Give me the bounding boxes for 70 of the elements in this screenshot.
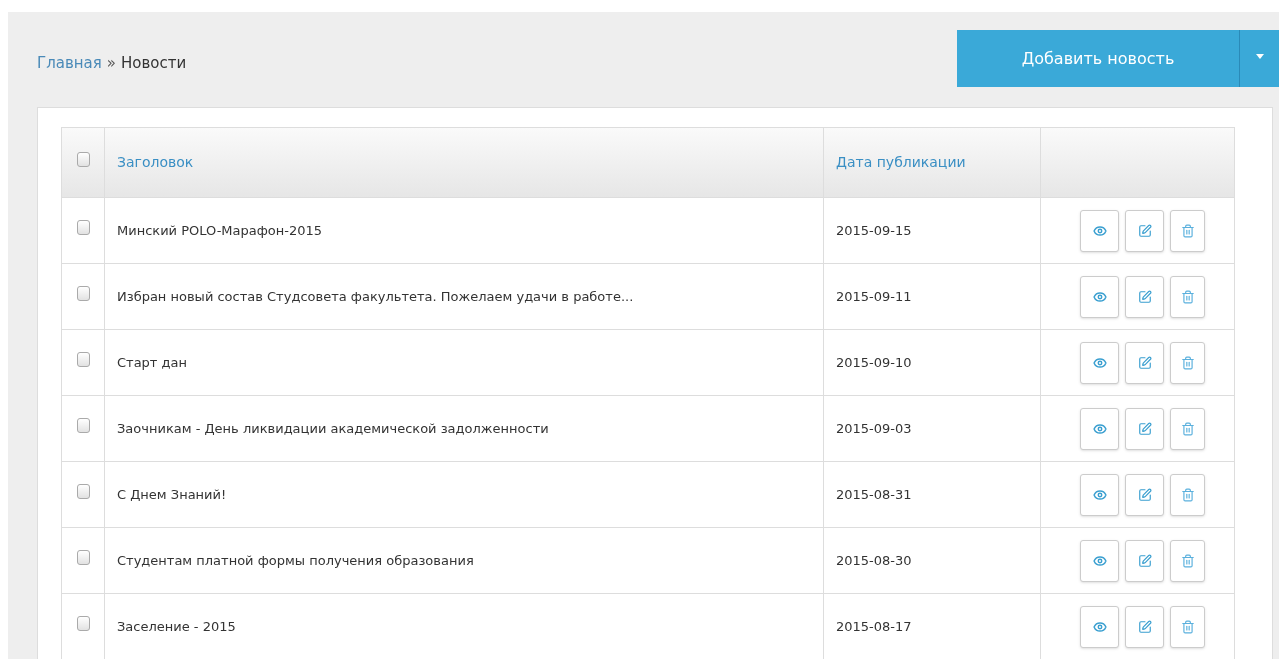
checkbox[interactable] bbox=[76, 152, 90, 168]
delete-button[interactable] bbox=[1170, 605, 1205, 648]
breadcrumb-separator: » bbox=[106, 53, 116, 75]
trash-icon bbox=[1180, 553, 1195, 568]
view-button[interactable] bbox=[1080, 473, 1119, 516]
eye-icon bbox=[1092, 553, 1107, 568]
checkbox[interactable] bbox=[76, 616, 90, 632]
view-button[interactable] bbox=[1080, 539, 1119, 582]
breadcrumb-current: Новости bbox=[121, 53, 187, 75]
column-header[interactable]: Заголовок bbox=[104, 127, 824, 198]
edit-icon bbox=[1137, 553, 1152, 568]
edit-button[interactable] bbox=[1125, 539, 1164, 582]
trash-icon bbox=[1180, 289, 1195, 304]
checkbox[interactable] bbox=[76, 286, 90, 302]
delete-button[interactable] bbox=[1170, 209, 1205, 252]
trash-icon bbox=[1180, 619, 1195, 634]
checkbox[interactable] bbox=[76, 550, 90, 566]
edit-button[interactable] bbox=[1125, 407, 1164, 450]
table-cell: Минский POLO-Марафон-2015 bbox=[104, 197, 824, 264]
edit-icon bbox=[1137, 619, 1152, 634]
checkbox[interactable] bbox=[76, 484, 90, 500]
checkbox[interactable] bbox=[76, 220, 90, 236]
delete-button[interactable] bbox=[1170, 275, 1205, 318]
table-cell: Заочникам - День ликвидации академической задолженности bbox=[104, 395, 824, 462]
view-button[interactable] bbox=[1080, 341, 1119, 384]
eye-icon bbox=[1092, 223, 1107, 238]
edit-icon bbox=[1137, 421, 1152, 436]
trash-icon bbox=[1180, 223, 1195, 238]
delete-button[interactable] bbox=[1170, 341, 1205, 384]
view-button[interactable] bbox=[1080, 605, 1119, 648]
edit-icon bbox=[1137, 223, 1152, 238]
table-cell: Избран новый состав Студсовета факультета. Пожелаем удачи в работе... bbox=[104, 263, 824, 330]
delete-button[interactable] bbox=[1170, 539, 1205, 582]
edit-button[interactable] bbox=[1125, 341, 1164, 384]
caret-icon bbox=[1255, 54, 1264, 59]
checkbox[interactable] bbox=[76, 418, 90, 434]
table-cell: С Днем Знаний! bbox=[104, 461, 824, 528]
view-button[interactable] bbox=[1080, 209, 1119, 252]
table-cell: 2015-08-30 bbox=[823, 527, 1041, 594]
edit-button[interactable] bbox=[1125, 209, 1164, 252]
dropdown-toggle[interactable] bbox=[1240, 30, 1279, 87]
table-cell: 2015-09-15 bbox=[823, 197, 1041, 264]
trash-icon bbox=[1180, 421, 1195, 436]
view-button[interactable] bbox=[1080, 407, 1119, 450]
column-header[interactable]: Дата публикации bbox=[823, 127, 1041, 198]
delete-button[interactable] bbox=[1170, 407, 1205, 450]
trash-icon bbox=[1180, 487, 1195, 502]
edit-icon bbox=[1137, 289, 1152, 304]
table-cell: Студентам платной формы получения образования bbox=[104, 527, 824, 594]
add-news-button[interactable]: Добавить новость bbox=[957, 30, 1240, 87]
edit-button[interactable] bbox=[1125, 275, 1164, 318]
edit-button[interactable] bbox=[1125, 473, 1164, 516]
eye-icon bbox=[1092, 421, 1107, 436]
delete-button[interactable] bbox=[1170, 473, 1205, 516]
edit-icon bbox=[1137, 355, 1152, 370]
trash-icon bbox=[1180, 355, 1195, 370]
table-cell: 2015-09-10 bbox=[823, 329, 1041, 396]
table-cell: 2015-09-11 bbox=[823, 263, 1041, 330]
eye-icon bbox=[1092, 355, 1107, 370]
edit-icon bbox=[1137, 487, 1152, 502]
view-button[interactable] bbox=[1080, 275, 1119, 318]
eye-icon bbox=[1092, 289, 1107, 304]
table-cell: 2015-09-03 bbox=[823, 395, 1041, 462]
table-cell: 2015-08-31 bbox=[823, 461, 1041, 528]
eye-icon bbox=[1092, 487, 1107, 502]
edit-button[interactable] bbox=[1125, 605, 1164, 648]
table-cell: Старт дан bbox=[104, 329, 824, 396]
eye-icon bbox=[1092, 619, 1107, 634]
breadcrumb-link[interactable]: Главная bbox=[37, 52, 102, 75]
checkbox[interactable] bbox=[76, 352, 90, 368]
